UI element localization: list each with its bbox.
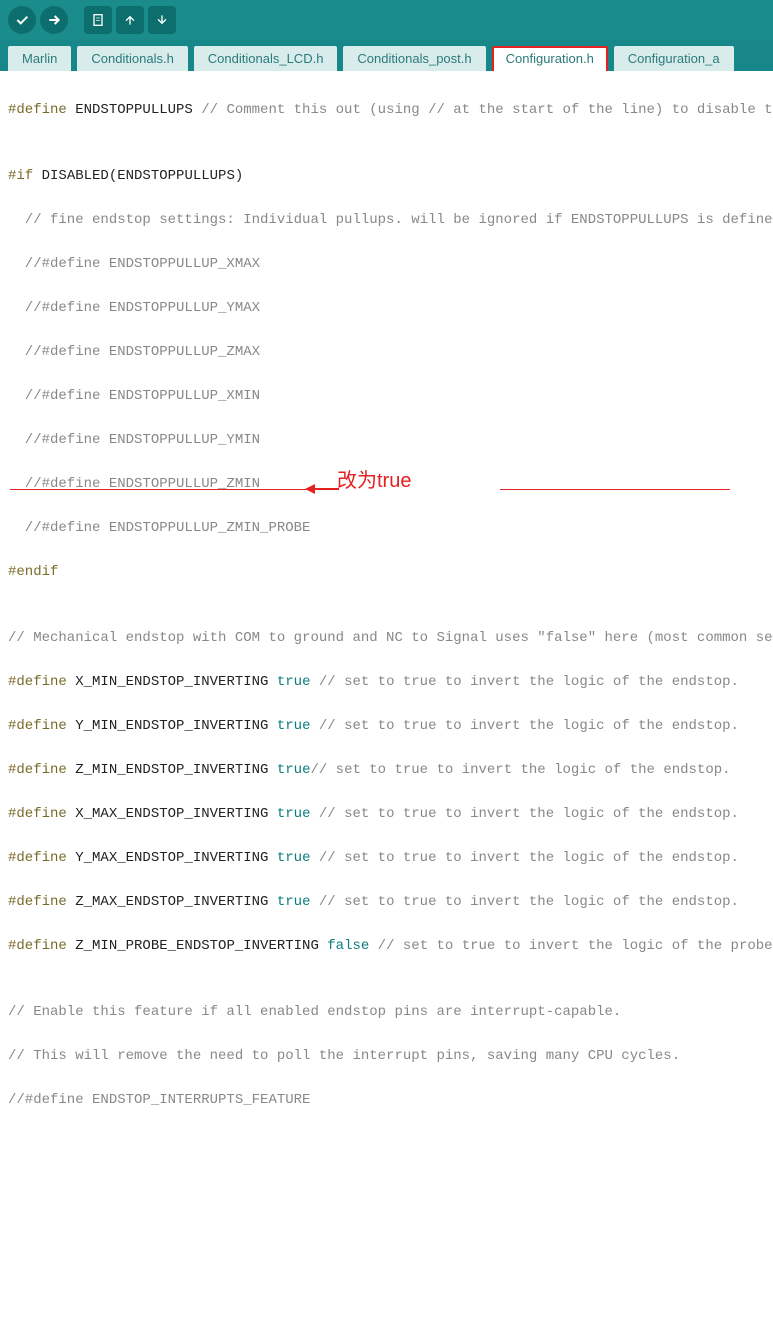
file-icon [90,12,106,28]
arrow-down-icon [154,12,170,28]
code-token: true [277,718,311,734]
code-token: DISABLED(ENDSTOPPULLUPS) [33,168,243,184]
tab-conditionals-post[interactable]: Conditionals_post.h [343,46,485,71]
save-button[interactable] [148,6,176,34]
code-token: true [277,894,311,910]
code-line: #endif [8,561,765,583]
arrow-up-icon [122,12,138,28]
code-line: // Mechanical endstop with COM to ground… [8,627,765,649]
code-token: // set to true to invert the logic of th… [310,806,738,822]
annotation-patch [590,451,670,467]
code-token: X_MAX_ENDSTOP_INVERTING [67,806,277,822]
code-token: // set to true to invert the logic of th… [310,850,738,866]
code-token: #define [8,102,67,118]
code-token: #define [8,806,67,822]
code-token: true [277,674,311,690]
tab-conditionals[interactable]: Conditionals.h [77,46,187,71]
annotation-underline [500,489,730,490]
code-line: //#define ENDSTOPPULLUP_YMIN [8,429,765,451]
code-token: #define [8,938,67,954]
code-token: #define [8,674,67,690]
check-icon [14,12,30,28]
annotation-patch [590,473,670,489]
code-token: // set to true to invert the logic of th… [369,938,773,954]
code-token: // set to true to invert the logic of th… [310,674,738,690]
tab-conditionals-lcd[interactable]: Conditionals_LCD.h [194,46,338,71]
code-token: Z_MAX_ENDSTOP_INVERTING [67,894,277,910]
code-line: //#define ENDSTOPPULLUP_XMAX [8,253,765,275]
code-editor[interactable]: #define ENDSTOPPULLUPS // Comment this o… [0,71,773,1332]
code-token: true [277,806,311,822]
arrow-right-icon [46,12,62,28]
code-line: // fine endstop settings: Individual pul… [8,209,765,231]
code-line: //#define ENDSTOPPULLUP_ZMIN_PROBE [8,517,765,539]
open-button[interactable] [116,6,144,34]
code-line: // This will remove the need to poll the… [8,1045,765,1067]
code-token: Y_MIN_ENDSTOP_INVERTING [67,718,277,734]
annotation-underline [10,489,330,490]
code-token: #define [8,850,67,866]
code-token: true [277,762,311,778]
code-token: // set to true to invert the logic of th… [310,894,738,910]
tab-configuration[interactable]: Configuration.h [492,46,608,71]
code-token: true [277,850,311,866]
toolbar [0,0,773,40]
code-token: Y_MAX_ENDSTOP_INVERTING [67,850,277,866]
code-line: //#define ENDSTOP_INTERRUPTS_FEATURE [8,1089,765,1111]
code-token: #define [8,894,67,910]
code-token: ENDSTOPPULLUPS [67,102,201,118]
code-token: Z_MIN_PROBE_ENDSTOP_INVERTING [67,938,327,954]
code-line: // Enable this feature if all enabled en… [8,1001,765,1023]
code-line: //#define ENDSTOPPULLUP_XMIN [8,385,765,407]
code-token: #define [8,762,67,778]
code-token: // Comment this out (using // at the sta… [201,102,773,118]
code-token: false [327,938,369,954]
code-line: //#define ENDSTOPPULLUP_YMAX [8,297,765,319]
annotation-patch [340,451,380,467]
tab-marlin[interactable]: Marlin [8,46,71,71]
code-token: #define [8,718,67,734]
upload-button[interactable] [40,6,68,34]
code-token: #if [8,168,33,184]
code-line: //#define ENDSTOPPULLUP_ZMAX [8,341,765,363]
tab-bar: Marlin Conditionals.h Conditionals_LCD.h… [0,40,773,71]
new-button[interactable] [84,6,112,34]
tab-configuration-a[interactable]: Configuration_a [614,46,734,71]
verify-button[interactable] [8,6,36,34]
code-token: // set to true to invert the logic of th… [310,762,730,778]
code-token: X_MIN_ENDSTOP_INVERTING [67,674,277,690]
code-token: Z_MIN_ENDSTOP_INVERTING [67,762,277,778]
code-token: // set to true to invert the logic of th… [310,718,738,734]
